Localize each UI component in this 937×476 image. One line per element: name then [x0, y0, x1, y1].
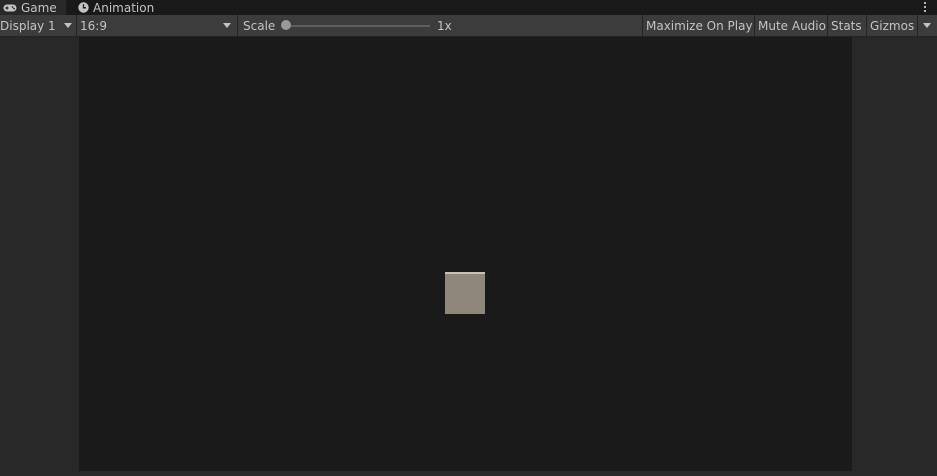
aspect-dropdown[interactable]: 16:9	[77, 15, 237, 36]
chevron-down-icon	[64, 23, 72, 28]
cube-object	[445, 272, 485, 314]
more-options-icon[interactable]	[923, 1, 927, 13]
scale-slider-handle[interactable]	[281, 20, 291, 30]
chevron-down-icon	[923, 23, 931, 28]
display-dropdown-label: Display 1	[0, 18, 56, 33]
game-view-window: Game Animation Display 1 16:9 Scale 1x M…	[0, 0, 937, 476]
clock-icon	[78, 2, 89, 13]
gizmos-dropdown[interactable]	[918, 15, 937, 36]
tab-animation-label: Animation	[93, 0, 155, 15]
tab-bar: Game Animation	[0, 0, 937, 15]
scale-label: Scale	[243, 18, 276, 33]
chevron-down-icon	[223, 23, 231, 28]
game-viewport[interactable]	[79, 37, 852, 471]
gamepad-icon	[3, 4, 17, 11]
scale-slider-track[interactable]	[286, 25, 430, 27]
mute-audio-toggle[interactable]: Mute Audio	[755, 15, 826, 36]
stats-toggle[interactable]: Stats	[828, 15, 866, 36]
display-dropdown[interactable]: Display 1	[0, 15, 76, 36]
aspect-dropdown-label: 16:9	[80, 18, 107, 33]
tab-game[interactable]: Game	[0, 0, 66, 15]
gizmos-toggle[interactable]: Gizmos	[867, 15, 917, 36]
maximize-on-play-toggle[interactable]: Maximize On Play	[643, 15, 753, 36]
toolbar-divider	[237, 15, 238, 36]
tab-animation[interactable]: Animation	[66, 0, 166, 15]
tab-game-label: Game	[21, 0, 57, 15]
game-view-toolbar: Display 1 16:9 Scale 1x Maximize On Play…	[0, 15, 937, 37]
scale-value: 1x	[437, 18, 452, 33]
